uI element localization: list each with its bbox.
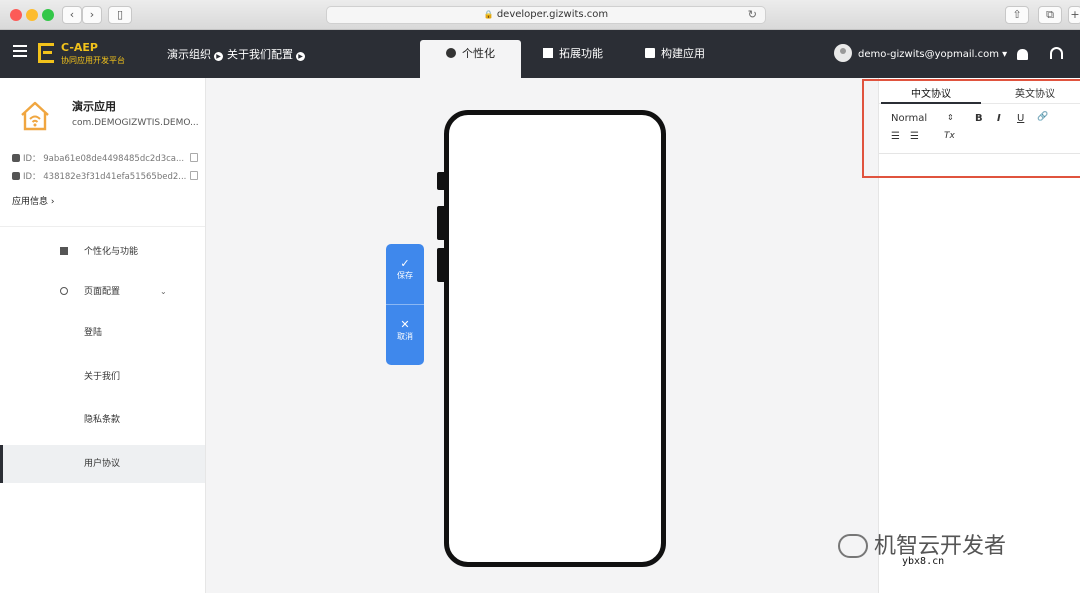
sidebar-item-privacy[interactable]: 隐私条款 [0, 401, 205, 439]
save-label: 保存 [397, 271, 413, 280]
close-window-button[interactable] [10, 9, 22, 21]
app-window: ‹ › ▯ 🔒 developer.gizwits.com ↻ ⇧ ⧉ + C-A… [0, 0, 1080, 593]
phone-preview [444, 110, 666, 567]
breadcrumb-config-label: 关于我们配置 [227, 48, 293, 61]
app-name: 演示应用 [72, 100, 116, 113]
android-id: ID： 438182e3f31d41efa51565bed2... [23, 172, 187, 182]
share-icon[interactable]: ⇧ [1005, 6, 1029, 24]
tab-personalize[interactable]: 个性化 [420, 40, 521, 78]
puzzle-icon [60, 247, 68, 255]
maximize-window-button[interactable] [42, 9, 54, 21]
tabs-overview-icon[interactable]: ⧉ [1038, 6, 1062, 24]
sidebar-item-about[interactable]: 关于我们 [0, 358, 205, 396]
sidebar-item-label: 登陆 [84, 328, 103, 338]
sidebar-item-login[interactable]: 登陆 [0, 314, 205, 352]
back-button[interactable]: ‹ [62, 6, 82, 24]
lock-icon: 🔒 [483, 10, 494, 19]
sidebar-item-label: 页面配置 [84, 287, 121, 297]
brand-name: C-AEP [61, 41, 98, 54]
tree-icon [60, 287, 68, 295]
user-menu[interactable]: demo-gizwits@yopmail.com ▾ [834, 44, 1007, 62]
close-icon: ✕ [400, 318, 410, 331]
breadcrumb-org-label: 演示组织 [167, 48, 211, 61]
puzzle-icon [543, 48, 553, 58]
cancel-label: 取消 [397, 332, 413, 341]
check-icon: ✓ [400, 257, 410, 270]
tab-personalize-label: 个性化 [462, 47, 495, 60]
apple-icon [12, 154, 20, 162]
chevron-right-icon: ▶ [296, 52, 305, 61]
app-info-link[interactable]: 应用信息 › [12, 194, 54, 207]
preview-canvas: ✓ 保存 ✕ 取消 [206, 78, 878, 593]
cancel-button[interactable]: ✕ 取消 [386, 305, 424, 363]
annotation-highlight [862, 79, 1080, 178]
editor-content-area[interactable] [879, 155, 1080, 585]
sidebar-item-label: 用户协议 [84, 459, 121, 469]
wechat-icon [838, 534, 868, 558]
sidebar-item-label: 关于我们 [84, 372, 121, 382]
chevron-down-icon: ⌄ [160, 287, 167, 296]
headset-icon[interactable] [1050, 47, 1063, 59]
breadcrumb-config[interactable]: 关于我们配置 ▶ [227, 46, 305, 62]
copy-icon[interactable] [190, 171, 198, 180]
box-icon [645, 48, 655, 58]
minimize-window-button[interactable] [26, 9, 38, 21]
user-email: demo-gizwits@yopmail.com ▾ [858, 49, 1008, 60]
bell-icon[interactable] [1017, 49, 1028, 60]
tab-build[interactable]: 构建应用 [630, 40, 720, 78]
save-button[interactable]: ✓ 保存 [386, 244, 424, 302]
divider [0, 226, 205, 227]
sidebar: 演示应用 com.DEMOGIZWTIS.DEMO... ID： 9aba61e… [0, 78, 206, 593]
sidebar-item-label: 个性化与功能 [84, 247, 139, 257]
sidebar-toggle-icon[interactable]: ▯ [108, 6, 132, 24]
avatar [834, 44, 852, 62]
forward-button[interactable]: › [82, 6, 102, 24]
smart-home-icon [21, 101, 49, 131]
reload-icon[interactable]: ↻ [748, 7, 757, 23]
app-package: com.DEMOGIZWTIS.DEMO... [72, 118, 199, 128]
android-id-row: ID： 438182e3f31d41efa51565bed2... [12, 170, 186, 182]
sidebar-item-label: 隐私条款 [84, 415, 121, 425]
chevron-right-icon: ▶ [214, 52, 223, 61]
sidebar-item-user-agreement[interactable]: 用户协议 [0, 445, 205, 483]
breadcrumb-org[interactable]: 演示组织 ▶ [167, 46, 223, 62]
app-header: C-AEP 协同应用开发平台 演示组织 ▶ 关于我们配置 ▶ 个性化 拓展功能 构建… [0, 30, 1080, 78]
ios-id-row: ID： 9aba61e08de4498485dc2d3ca... [12, 152, 184, 164]
brand-subtitle: 协同应用开发平台 [61, 56, 125, 65]
tab-extensions-label: 拓展功能 [559, 47, 603, 60]
sidebar-item-page-config[interactable]: 页面配置 ⌄ [0, 273, 205, 311]
watermark-site: ybx8.cn [902, 556, 945, 567]
new-tab-button[interactable]: + [1068, 6, 1080, 24]
tab-build-label: 构建应用 [661, 47, 705, 60]
sidebar-item-personalize[interactable]: 个性化与功能 [0, 233, 205, 271]
palette-icon [446, 48, 456, 58]
brand-logo-icon [38, 43, 54, 63]
address-url: developer.gizwits.com [496, 9, 609, 20]
menu-icon[interactable] [13, 45, 27, 57]
ios-id: ID： 9aba61e08de4498485dc2d3ca... [23, 154, 185, 164]
browser-toolbar: ‹ › ▯ 🔒 developer.gizwits.com ↻ ⇧ ⧉ + [0, 0, 1080, 30]
tab-extensions[interactable]: 拓展功能 [528, 40, 618, 78]
copy-icon[interactable] [190, 153, 198, 162]
address-bar[interactable]: 🔒 developer.gizwits.com ↻ [326, 6, 766, 24]
action-panel: ✓ 保存 ✕ 取消 [386, 244, 424, 365]
android-icon [12, 172, 20, 180]
